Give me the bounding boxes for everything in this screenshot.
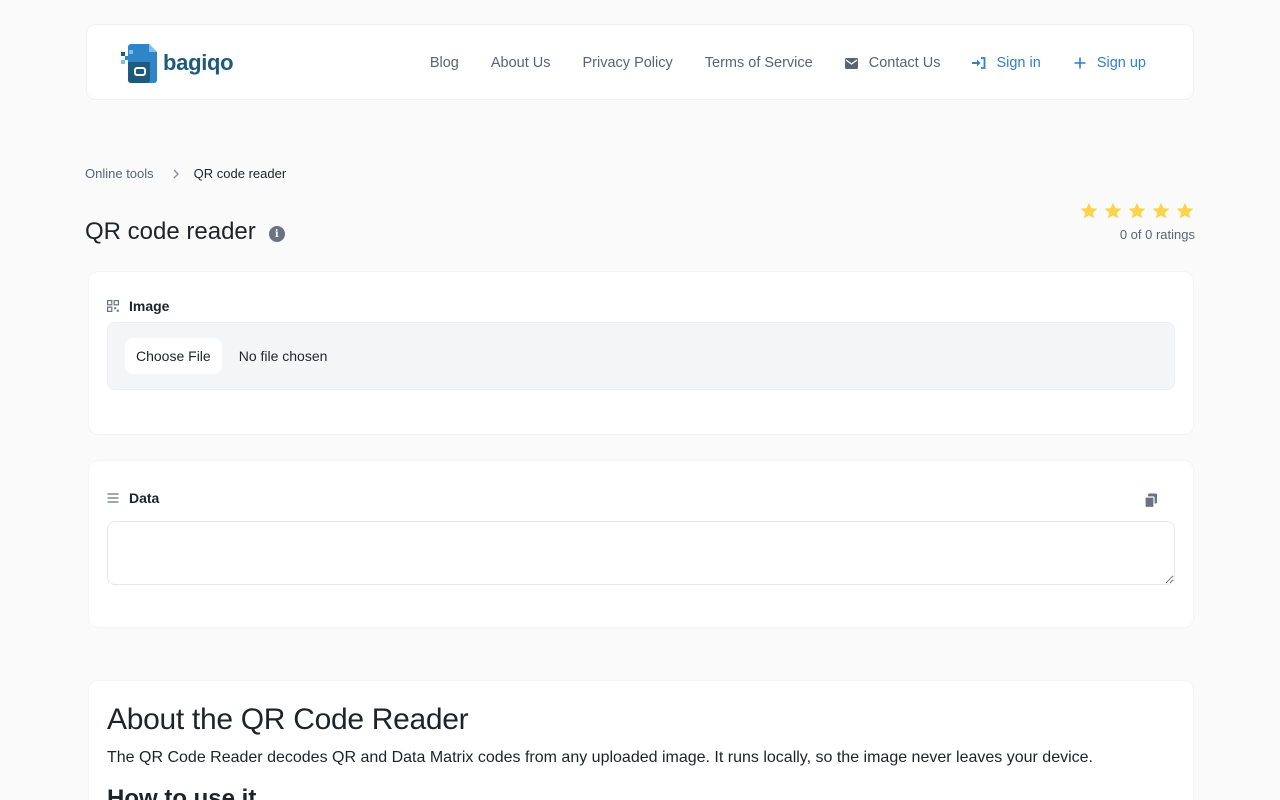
site-header: bagiqo Blog About Us Privacy Policy Term… <box>86 24 1194 100</box>
rating-stars <box>1075 201 1195 221</box>
data-label-text: Data <box>129 490 160 506</box>
file-input[interactable]: Choose File No file chosen <box>107 322 1175 390</box>
star-icon-1[interactable] <box>1079 201 1099 221</box>
nav-signup[interactable]: Sign up <box>1073 55 1146 71</box>
breadcrumb-online-tools[interactable]: Online tools <box>85 166 154 181</box>
logo[interactable]: bagiqo <box>119 42 234 84</box>
logo-icon <box>119 42 161 84</box>
nav-signup-label: Sign up <box>1096 55 1146 71</box>
data-card: Data <box>88 460 1194 628</box>
file-status: No file chosen <box>238 348 328 364</box>
rating-widget: 0 of 0 ratings <box>1075 201 1195 242</box>
nav-signin-label: Sign in <box>996 55 1041 71</box>
qr-icon <box>107 300 119 312</box>
breadcrumb-current: QR code reader <box>193 166 287 181</box>
about-title: About the QR Code Reader <box>107 703 469 736</box>
page-title: QR code reader <box>85 218 256 245</box>
main-nav: Blog About Us Privacy Policy Terms of Se… <box>398 25 1146 101</box>
nav-terms[interactable]: Terms of Service <box>705 55 813 71</box>
nav-about[interactable]: About Us <box>491 55 551 71</box>
info-icon[interactable]: i <box>268 226 285 242</box>
about-card: About the QR Code Reader The QR Code Rea… <box>88 680 1194 800</box>
image-label: Image <box>107 298 169 314</box>
how-to-title: How to use it <box>107 785 257 800</box>
data-label: Data <box>107 490 159 506</box>
image-card: Image Choose File No file chosen <box>88 271 1194 435</box>
sign-in-icon <box>972 56 986 70</box>
nav-contact[interactable]: Contact Us <box>845 55 941 71</box>
choose-file-button[interactable]: Choose File <box>125 338 222 374</box>
chevron-right-icon <box>172 169 180 179</box>
image-label-text: Image <box>129 298 170 314</box>
nav-blog[interactable]: Blog <box>430 55 459 71</box>
envelope-icon <box>845 56 859 70</box>
star-icon-3[interactable] <box>1127 201 1147 221</box>
plus-icon <box>1073 56 1087 70</box>
star-icon-5[interactable] <box>1175 201 1195 221</box>
rating-count: 0 of 0 ratings <box>1119 227 1195 242</box>
star-icon-2[interactable] <box>1103 201 1123 221</box>
list-icon <box>107 492 119 504</box>
copy-icon[interactable] <box>1144 493 1160 509</box>
about-text: The QR Code Reader decodes QR and Data M… <box>107 749 1093 766</box>
data-output[interactable] <box>107 521 1175 585</box>
nav-signin[interactable]: Sign in <box>972 55 1041 71</box>
breadcrumb: Online tools QR code reader <box>85 166 286 181</box>
star-icon-4[interactable] <box>1151 201 1171 221</box>
nav-privacy[interactable]: Privacy Policy <box>583 55 673 71</box>
logo-text: bagiqo <box>163 50 234 75</box>
nav-contact-label: Contact Us <box>868 55 941 71</box>
title-row: QR code reader i <box>85 218 285 246</box>
